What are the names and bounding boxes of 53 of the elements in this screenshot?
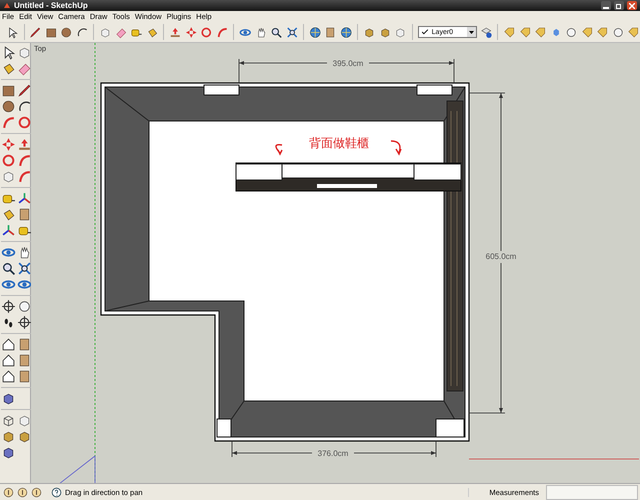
- layers-icon[interactable]: [480, 24, 492, 40]
- zoom-extents-icon[interactable]: [286, 24, 298, 40]
- circle-icon[interactable]: [60, 24, 73, 40]
- zoom-extents-icon[interactable]: [17, 261, 32, 276]
- push-pull-icon[interactable]: [17, 137, 32, 152]
- curved-arrow-icon: [275, 144, 283, 155]
- move-icon[interactable]: [184, 24, 198, 40]
- rectangle-icon[interactable]: [1, 83, 16, 98]
- dimension-label: 395.0cm: [332, 59, 364, 68]
- tag-icon[interactable]: [627, 24, 640, 40]
- tag-icon[interactable]: [596, 24, 609, 40]
- cursor-icon[interactable]: [6, 24, 19, 40]
- house-icon[interactable]: [1, 337, 16, 352]
- curved-arrow-icon: [390, 140, 402, 155]
- tag-icon[interactable]: [534, 24, 547, 40]
- house-icon[interactable]: [1, 369, 16, 384]
- tag-icon[interactable]: [580, 24, 594, 40]
- house-icon[interactable]: [1, 353, 16, 368]
- panel-icon[interactable]: [17, 369, 32, 384]
- panel-icon[interactable]: [17, 353, 32, 368]
- measurements-field[interactable]: [546, 484, 638, 500]
- annotation-text: 背面做鞋櫃: [309, 136, 369, 150]
- pencil-icon[interactable]: [29, 24, 42, 40]
- window-title: Untitled - SketchUp: [14, 0, 89, 11]
- circle-icon[interactable]: [1, 99, 16, 114]
- magnifier-icon[interactable]: [1, 261, 16, 276]
- minimize-button[interactable]: [601, 1, 611, 10]
- wireframe-cube-icon[interactable]: [1, 413, 16, 428]
- tag-icon[interactable]: [503, 24, 516, 40]
- move-icon[interactable]: [1, 137, 16, 152]
- panel-icon[interactable]: [17, 207, 32, 222]
- close-button[interactable]: [627, 1, 637, 10]
- help-icon[interactable]: [51, 486, 62, 498]
- dimension-label: 605.0cm: [486, 252, 516, 261]
- crosshair-icon[interactable]: [1, 299, 16, 314]
- panel-icon[interactable]: [324, 24, 337, 40]
- axes-icon[interactable]: [1, 223, 16, 238]
- axes-icon[interactable]: [17, 191, 32, 206]
- globe-icon[interactable]: [308, 24, 322, 40]
- ring-icon[interactable]: [17, 299, 32, 314]
- caret-icon: [468, 30, 474, 34]
- globe-icon[interactable]: [340, 24, 352, 40]
- maximize-icon: [616, 2, 622, 8]
- arc-icon[interactable]: [17, 99, 32, 114]
- check-icon: [420, 28, 429, 36]
- dimension-label: 376.0cm: [318, 449, 348, 458]
- tag-icon[interactable]: [518, 24, 532, 40]
- pencil-icon[interactable]: [17, 83, 32, 98]
- restore-button[interactable]: [614, 1, 624, 10]
- panel-icon[interactable]: [17, 337, 32, 352]
- crosshair-icon[interactable]: [17, 315, 32, 330]
- eraser-icon[interactable]: [17, 61, 32, 76]
- close-icon: [629, 2, 635, 8]
